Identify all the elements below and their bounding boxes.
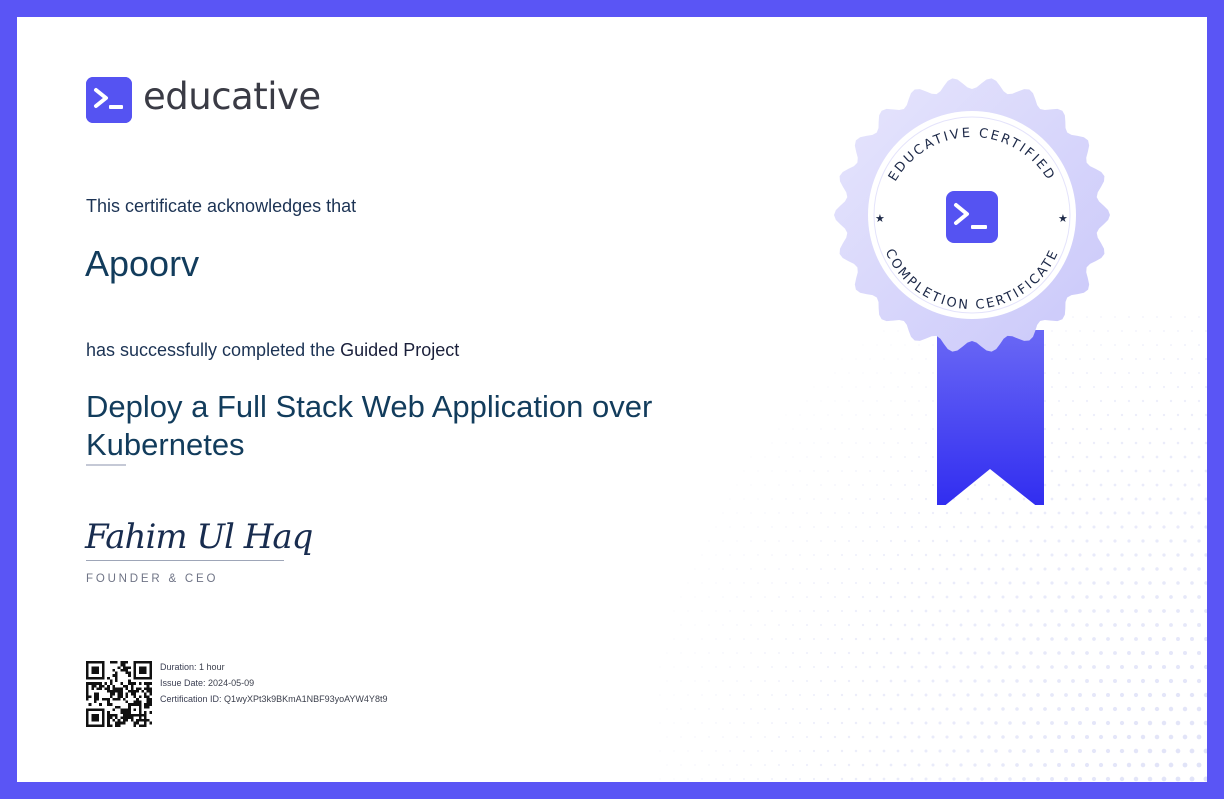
star-icon: ★ — [875, 213, 885, 225]
educative-logo: educative — [86, 75, 321, 123]
terminal-prompt-icon — [86, 77, 132, 123]
certification-id-label: Certification ID: — [160, 694, 222, 704]
qr-code — [86, 661, 152, 727]
ribbon — [937, 330, 1044, 505]
star-icon: ★ — [1058, 213, 1068, 225]
duration-label: Duration: — [160, 662, 197, 672]
title-underline — [86, 464, 126, 466]
certification-id-row: Certification ID: Q1wyXPt3k9BKmA1NBF93yo… — [160, 693, 387, 709]
issue-date-value: 2024-05-09 — [208, 678, 255, 688]
signature-line — [86, 560, 284, 561]
duration-row: Duration: 1 hour — [160, 661, 387, 677]
project-type: Guided Project — [340, 340, 460, 360]
signer-title: FOUNDER & CEO — [86, 573, 219, 585]
brand-name: educative — [143, 75, 321, 118]
issue-date-label: Issue Date: — [160, 678, 206, 688]
signature: Fahim Ul Haq — [85, 517, 313, 557]
recipient-name: Apoorv — [85, 243, 200, 284]
certification-id-value: Q1wyXPt3k9BKmA1NBF93yoAYW4Y8t9 — [224, 694, 388, 704]
terminal-prompt-icon — [946, 191, 998, 243]
course-title: Deploy a Full Stack Web Application over… — [86, 389, 653, 462]
certified-seal: EDUCATIVE CERTIFIED COMPLETION CERTIFICA… — [834, 78, 1110, 505]
issue-date-row: Issue Date: 2024-05-09 — [160, 677, 387, 693]
duration-value: 1 hour — [199, 662, 225, 672]
certificate-details: Duration: 1 hour Issue Date: 2024-05-09 … — [160, 661, 387, 709]
completion-prefix: has successfully completed the — [86, 340, 336, 360]
completion-statement: has successfully completed the Guided Pr… — [86, 340, 459, 361]
acknowledgement-text: This certificate acknowledges that — [86, 196, 357, 216]
certificate: educative This certificate acknowledges … — [17, 17, 1207, 782]
